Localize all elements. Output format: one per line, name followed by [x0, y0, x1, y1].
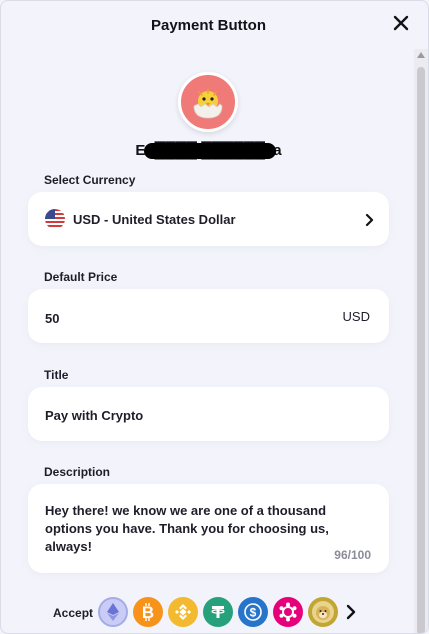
price-unit: USD	[342, 309, 370, 324]
close-icon[interactable]	[392, 14, 410, 32]
svg-text:$: $	[250, 606, 257, 620]
price-input[interactable]: 50 USD	[28, 289, 389, 343]
redaction-bar	[144, 143, 276, 159]
scrollbar[interactable]	[414, 49, 428, 633]
dogecoin-icon[interactable]	[308, 597, 338, 627]
character-counter: 96/100	[334, 548, 371, 562]
currency-value: USD - United States Dollar	[73, 212, 236, 227]
accept-row: Accept B $	[53, 597, 373, 627]
svg-text:B: B	[142, 603, 154, 621]
description-value: Hey there! we know we are one of a thous…	[45, 503, 329, 554]
tether-icon[interactable]	[203, 597, 233, 627]
scroll-up-arrow-icon[interactable]	[417, 52, 425, 58]
currency-select[interactable]: USD - United States Dollar	[28, 192, 389, 246]
binance-icon[interactable]	[168, 597, 198, 627]
modal-title: Payment Button	[150, 17, 266, 34]
payment-button-modal: Payment Button En████ ██████ya Select Cu…	[0, 0, 429, 634]
bitcoin-icon[interactable]: B	[133, 597, 163, 627]
polkadot-icon[interactable]	[273, 597, 303, 627]
modal-header: Payment Button	[1, 1, 416, 51]
price-value: 50	[45, 311, 60, 326]
currency-label: Select Currency	[44, 173, 136, 187]
price-label: Default Price	[44, 270, 118, 284]
title-label: Title	[44, 368, 69, 382]
hatching-chick-icon	[193, 88, 223, 119]
usdc-icon[interactable]: $	[238, 597, 268, 627]
title-input[interactable]: Pay with Crypto	[28, 387, 389, 441]
description-label: Description	[44, 465, 111, 479]
chevron-right-icon	[365, 213, 375, 227]
scrollbar-thumb[interactable]	[417, 67, 425, 633]
accept-label: Accept	[53, 606, 94, 620]
chevron-right-icon[interactable]	[345, 604, 357, 620]
description-textarea[interactable]: Hey there! we know we are one of a thous…	[28, 484, 389, 573]
ethereum-icon[interactable]	[98, 597, 128, 627]
avatar	[178, 72, 238, 132]
us-flag-icon	[45, 209, 65, 229]
title-value: Pay with Crypto	[45, 408, 144, 423]
